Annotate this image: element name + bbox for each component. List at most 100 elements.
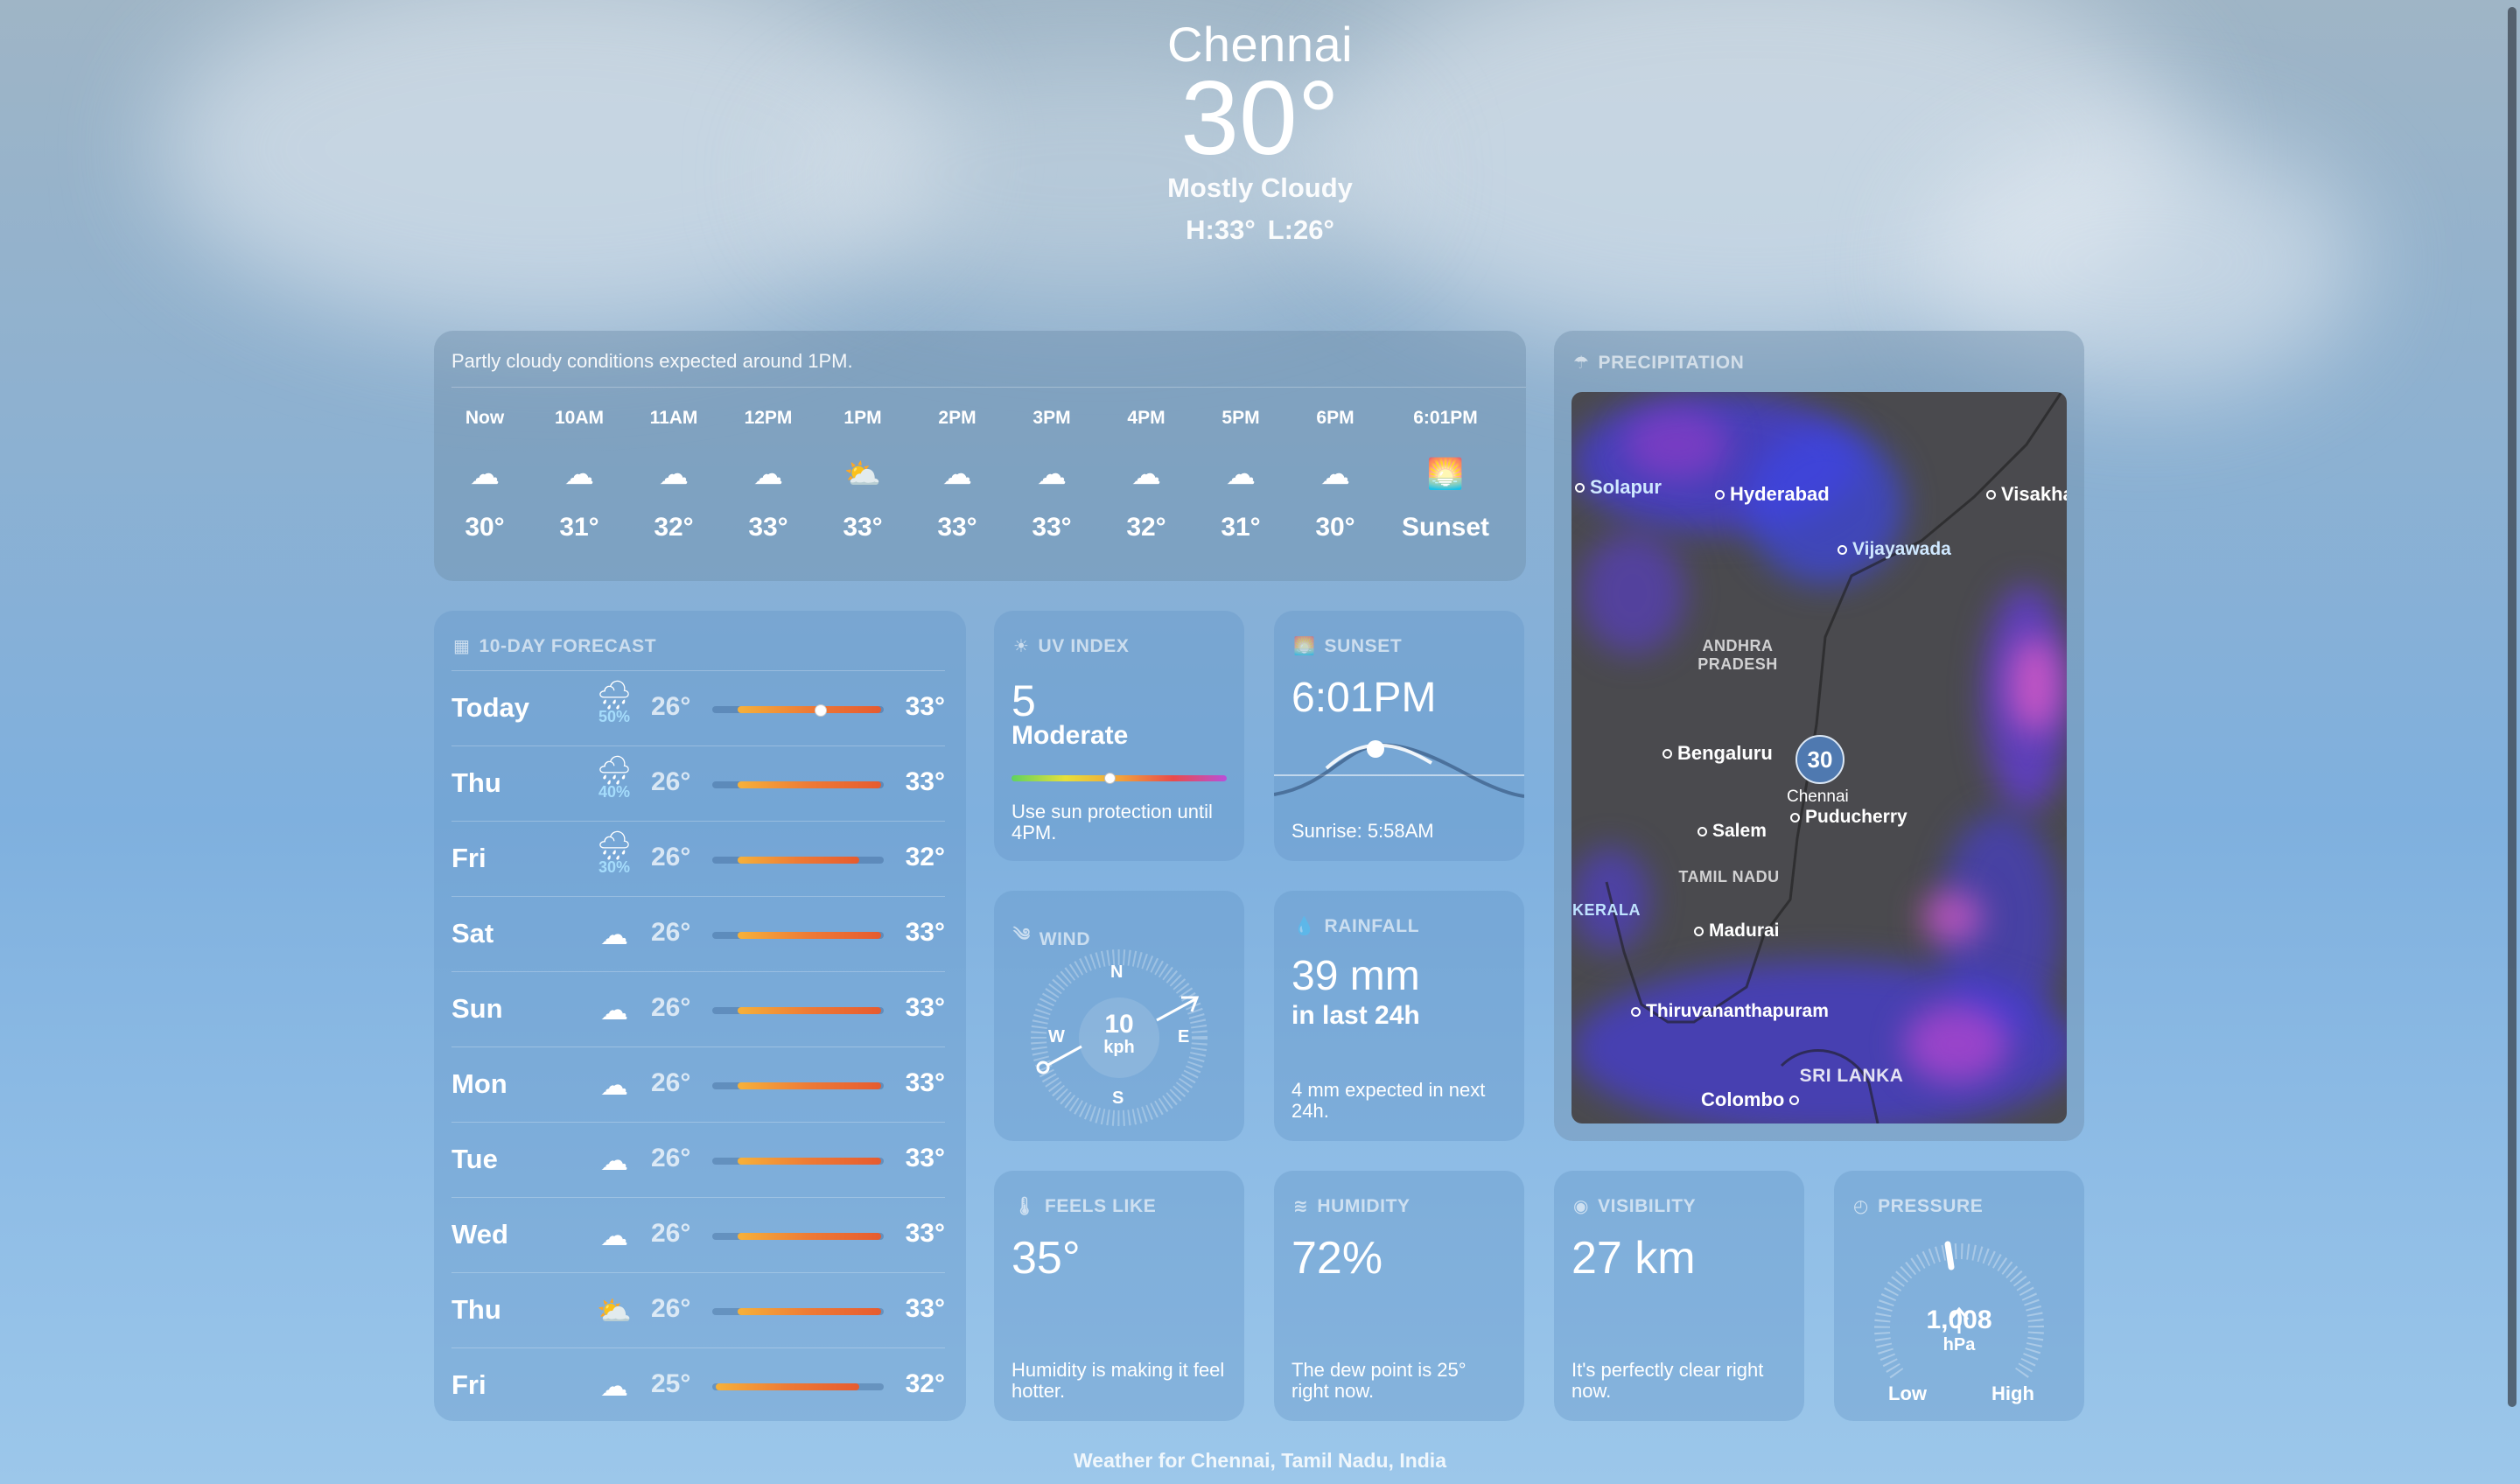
city-dot <box>1698 826 1707 836</box>
forecast-high: 33° <box>905 1144 945 1172</box>
feels-like-card[interactable]: 🌡 FEELS LIKE 35° Humidity is making it fe… <box>994 1171 1244 1421</box>
forecast-high: 33° <box>905 918 945 947</box>
calendar-icon: ▦ <box>453 637 471 656</box>
forecast-low: 26° <box>651 918 691 947</box>
rainfall-card[interactable]: 💧 RAINFALL 39 mm in last 24h 4 mm expecte… <box>1274 891 1524 1141</box>
scrollbar[interactable] <box>2508 7 2516 1407</box>
precipitation-card[interactable]: ☂ PRECIPITATION Solapur Hyderabad Visakha… <box>1554 331 2084 1141</box>
raindrop-icon: 💧 <box>1293 917 1316 936</box>
forecast-low: 26° <box>651 767 691 796</box>
forecast-row[interactable]: Fri 🌧 30% 26° 32° <box>452 821 945 897</box>
forecast-row[interactable]: Thu 🌧 40% 26° 33° <box>452 746 945 822</box>
cloud-icon: ☁ <box>588 1144 640 1177</box>
cloud-icon: ☁ <box>1131 458 1161 491</box>
visibility-card[interactable]: ◉ VISIBILITY 27 km It's perfectly clear r… <box>1554 1171 1804 1421</box>
city-dot <box>1631 1006 1641 1017</box>
hourly-item: 2PM ☁ 33° <box>910 408 1004 542</box>
pressure-header: ◴ PRESSURE <box>1853 1195 1983 1217</box>
eye-icon: ◉ <box>1573 1197 1590 1216</box>
cloud-icon: ☁ <box>1226 458 1256 491</box>
forecast-day: Thu <box>452 767 501 798</box>
hour-time: 10AM <box>554 408 605 428</box>
precipitation-map[interactable]: Solapur Hyderabad Visakha Vijayawada AND… <box>1572 392 2067 1124</box>
city-dot <box>1986 489 1996 500</box>
uv-indicator <box>1104 773 1116 784</box>
hourly-forecast-card[interactable]: Partly cloudy conditions expected around… <box>434 331 1526 581</box>
forecast-row[interactable]: Thu ⛅ 26° 33° <box>452 1272 945 1348</box>
feels-like-description: Humidity is making it feel hotter. <box>1012 1359 1225 1402</box>
map-city: Puducherry <box>1805 807 1908 827</box>
cloud-icon: ☁ <box>659 458 689 491</box>
forecast-glyph: ☁ <box>600 994 628 1026</box>
uv-index-card[interactable]: ☀ UV INDEX 5 Moderate Use sun protection … <box>994 611 1244 861</box>
forecast-low: 25° <box>651 1369 691 1398</box>
forecast-row[interactable]: Sat ☁ 26° 33° <box>452 896 945 972</box>
visibility-header: ◉ VISIBILITY <box>1573 1195 1696 1217</box>
rain-icon: 🌧 30% <box>588 829 640 877</box>
forecast-glyph: 🌧 <box>596 679 633 710</box>
sunset-card[interactable]: 🌅 SUNSET 6:01PM Sunrise: 5:58AM <box>1274 611 1524 861</box>
temperature-range-fill <box>738 781 881 788</box>
city-dot <box>1715 489 1725 500</box>
city-dot <box>1694 926 1704 936</box>
uv-value: 5 <box>1012 676 1036 725</box>
forecast-day: Today <box>452 692 529 723</box>
feels-like-header: 🌡 FEELS LIKE <box>1013 1195 1156 1217</box>
forecast-day: Tue <box>452 1144 498 1174</box>
wind-north: N <box>1110 962 1124 982</box>
forecast-row[interactable]: Today 🌧 50% 26° 33° <box>452 670 945 746</box>
condition-text: Mostly Cloudy <box>1167 172 1353 203</box>
humidity-card[interactable]: ≋ HUMIDITY 72% The dew point is 25° right… <box>1274 1171 1524 1421</box>
partly-cloudy-icon: ⛅ <box>844 458 882 491</box>
temperature-range-fill <box>738 1082 881 1089</box>
map-city: Chennai <box>1787 788 1849 806</box>
forecast-row[interactable]: Wed ☁ 26° 33° <box>452 1197 945 1273</box>
hour-time: 3PM <box>1032 408 1071 428</box>
hourly-item: 3PM ☁ 33° <box>1004 408 1099 542</box>
ten-day-forecast-card[interactable]: ▦ 10-DAY FORECAST Today 🌧 50% 26° 33° Thu 🌧 40% 2… <box>434 611 966 1421</box>
hour-temp: 33° <box>1032 513 1072 542</box>
precip-chance: 40% <box>598 783 631 801</box>
forecast-row[interactable]: Mon ☁ 26° 33° <box>452 1046 945 1123</box>
temperature-range-fill <box>716 1383 859 1390</box>
forecast-row[interactable]: Fri ☁ 25° 32° <box>452 1348 945 1424</box>
forecast-glyph: ☁ <box>600 1069 628 1101</box>
pressure-card[interactable]: ◴ PRESSURE 1,008 hPa Low High <box>1834 1171 2084 1421</box>
forecast-row[interactable]: Sun ☁ 26° 33° <box>452 971 945 1047</box>
city-dot <box>1790 812 1800 822</box>
divider <box>452 387 1526 388</box>
rain-icon: 🌧 40% <box>588 753 640 802</box>
cloud-icon: ☁ <box>564 458 594 491</box>
location-marker[interactable]: 30 <box>1796 735 1844 784</box>
footer-location[interactable]: Weather for Chennai, Tamil Nadu, India <box>0 1449 2520 1473</box>
temperature-range-bar <box>712 781 884 788</box>
forecast-glyph: 🌧 <box>596 830 633 861</box>
forecast-glyph: ⛅ <box>597 1295 632 1326</box>
pressure-low-label: Low <box>1888 1382 1927 1404</box>
sunset-time: 6:01PM <box>1292 675 1437 721</box>
wind-card[interactable]: ༄ WIND N E S W 10 kph <box>994 891 1244 1141</box>
hour-temp: 30° <box>465 513 505 542</box>
forecast-row[interactable]: Tue ☁ 26° 33° <box>452 1122 945 1198</box>
forecast-day: Mon <box>452 1068 508 1099</box>
city-dot <box>1838 544 1847 555</box>
map-city: Visakha <box>2001 483 2067 505</box>
humidity-icon: ≋ <box>1293 1197 1309 1216</box>
sun-icon: ☀ <box>1013 637 1030 656</box>
forecast-glyph: ☁ <box>600 1220 628 1251</box>
cloud-icon: ☁ <box>1037 458 1067 491</box>
cloud-icon: ☁ <box>942 458 972 491</box>
temperature-range-fill <box>738 1233 881 1240</box>
wind-speed: 10 <box>1104 1010 1134 1039</box>
hourly-summary: Partly cloudy conditions expected around… <box>452 350 853 372</box>
map-city: Bengaluru <box>1677 742 1773 764</box>
wind-title: WIND <box>1039 929 1091 949</box>
cloud-icon: ☁ <box>588 918 640 951</box>
humidity-header: ≋ HUMIDITY <box>1293 1195 1410 1217</box>
pressure-unit: hPa <box>1942 1335 1976 1354</box>
forecast-day: Thu <box>452 1294 501 1325</box>
temperature-range-bar <box>712 1158 884 1165</box>
hour-time: 6:01PM <box>1413 408 1478 428</box>
hour-temp: 31° <box>1221 513 1261 542</box>
map-city: Solapur <box>1590 476 1662 498</box>
